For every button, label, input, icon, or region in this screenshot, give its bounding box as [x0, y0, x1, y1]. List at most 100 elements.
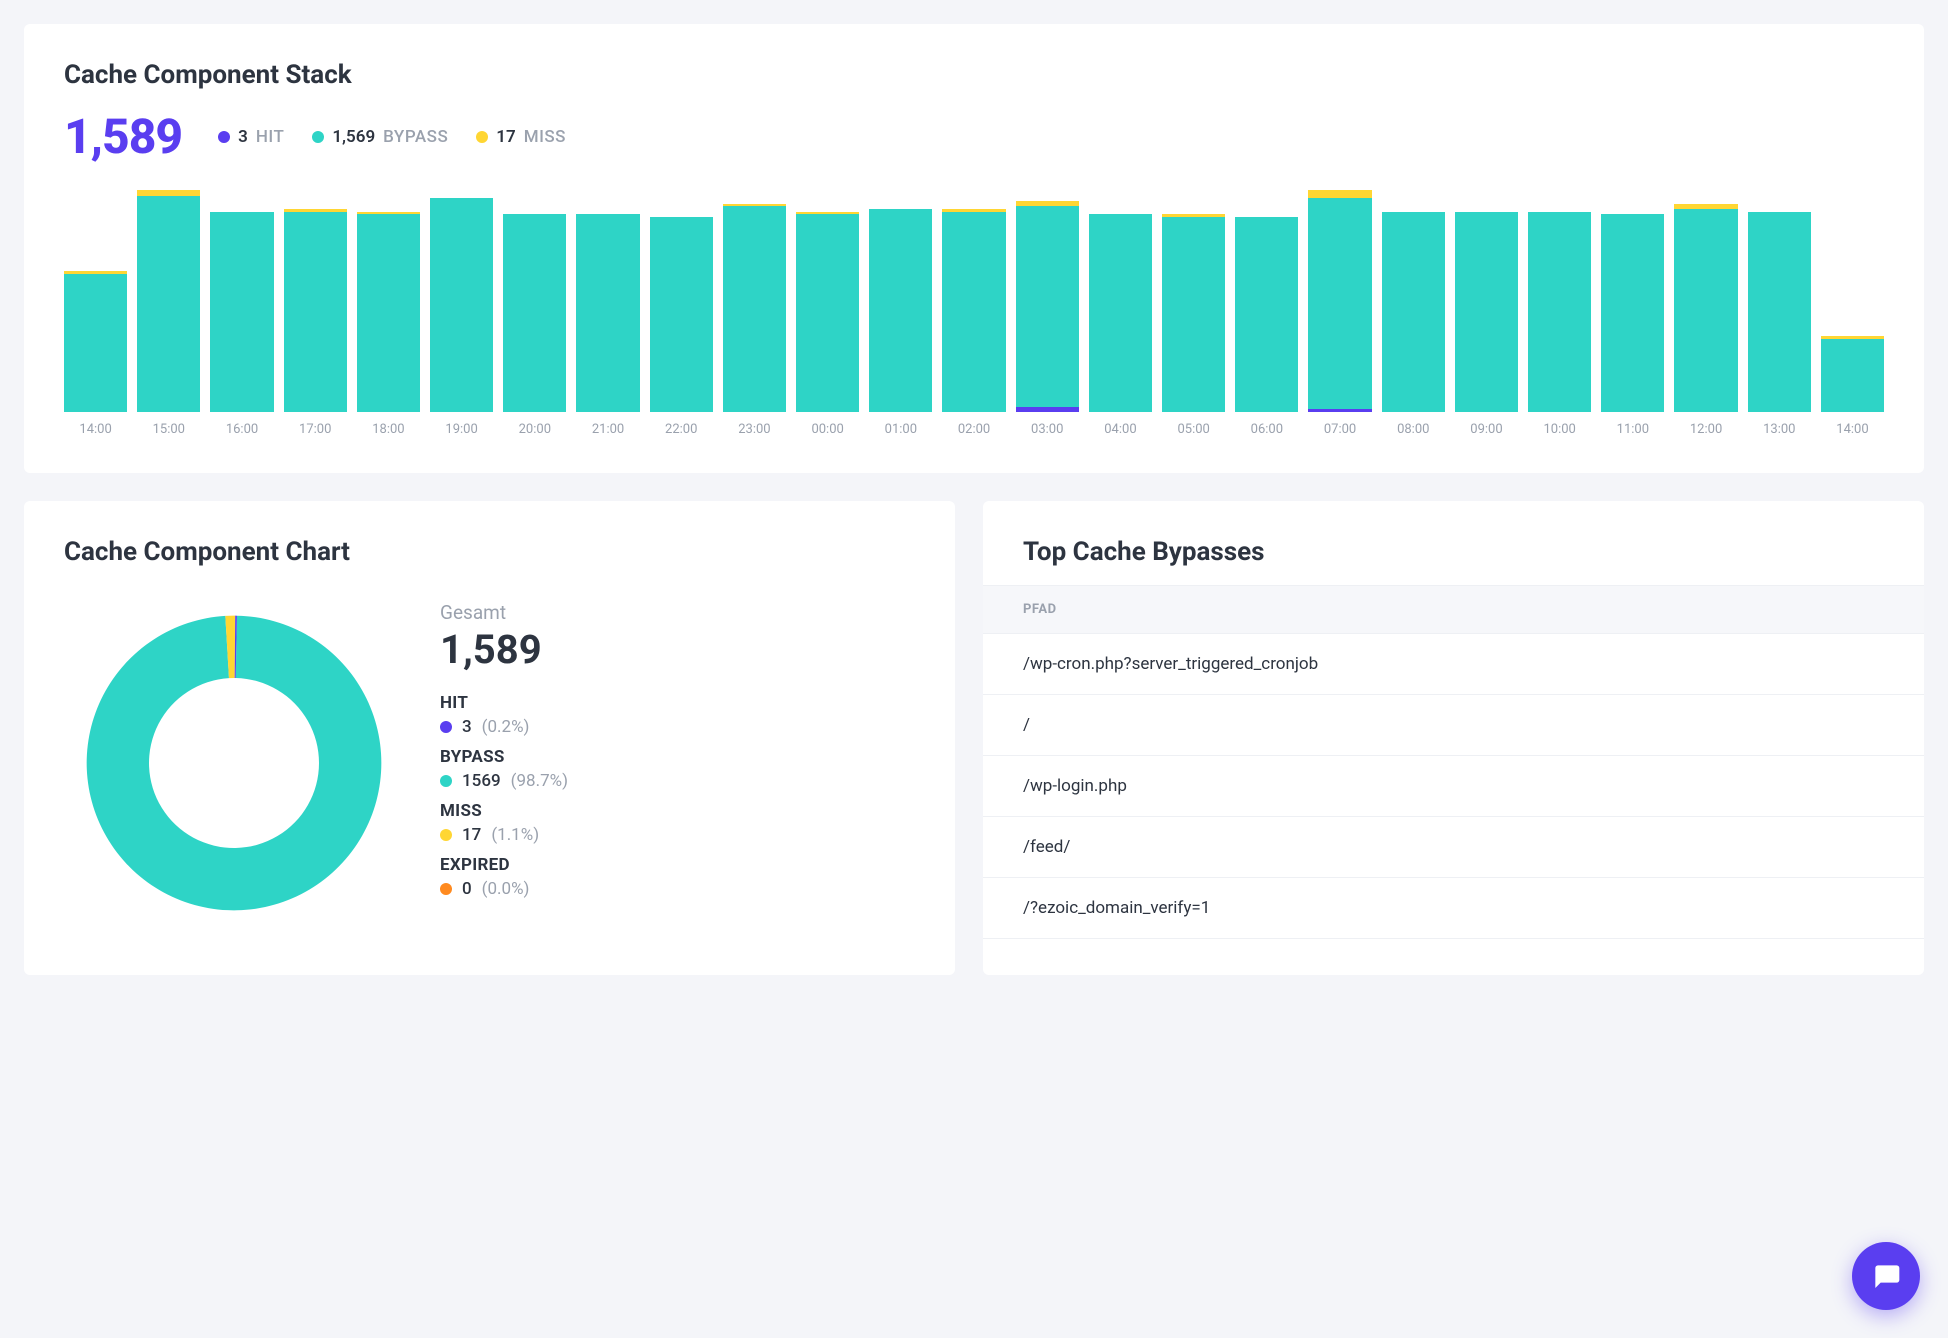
cache-component-chart-card: Cache Component Chart Gesamt 1,589 HIT 3…: [24, 501, 955, 975]
bar-x-label: 14:00: [79, 422, 111, 437]
table-row[interactable]: /feed/: [983, 817, 1924, 878]
bar-segment-bypass: [1308, 198, 1371, 409]
bar-segment-bypass: [650, 217, 713, 412]
bar-segment-bypass: [137, 196, 200, 412]
bar-column: 02:00: [942, 209, 1005, 437]
legend-label: BYPASS: [383, 127, 448, 147]
bar-column: 18:00: [357, 212, 420, 437]
bar-column: 00:00: [796, 212, 859, 437]
bar-column: 11:00: [1601, 214, 1664, 437]
bar-x-label: 15:00: [153, 422, 185, 437]
table-row[interactable]: /wp-login.php: [983, 756, 1924, 817]
bar-column: 23:00: [723, 204, 786, 437]
legend-item-bypass: 1,569 BYPASS: [312, 127, 448, 147]
bar-segment-bypass: [1235, 217, 1298, 412]
chat-icon: [1870, 1260, 1902, 1292]
bar-segment-bypass: [1601, 214, 1664, 412]
bar-column: 05:00: [1162, 214, 1225, 437]
legend-label: HIT: [256, 127, 285, 147]
legend-item-miss: 17 MISS: [476, 127, 566, 147]
legend-item-hit: 3 HIT: [218, 127, 284, 147]
bar-stack: [1308, 190, 1371, 412]
bar-stack: [1748, 212, 1811, 412]
bar-stack: [576, 214, 639, 412]
bar-x-label: 01:00: [885, 422, 917, 437]
bar-stack: [1674, 204, 1737, 412]
bar-stack: [1528, 212, 1591, 412]
bar-column: 16:00: [210, 212, 273, 437]
stack-legend: 3 HIT 1,569 BYPASS 17 MISS: [218, 127, 566, 147]
donut-legend-value: 3: [462, 717, 472, 737]
dot-icon: [440, 721, 452, 733]
bar-column: 10:00: [1528, 212, 1591, 437]
top-cache-bypasses-card: Top Cache Bypasses PFAD /wp-cron.php?ser…: [983, 501, 1924, 975]
bar-x-label: 16:00: [226, 422, 258, 437]
bar-x-label: 05:00: [1177, 422, 1209, 437]
bar-x-label: 21:00: [592, 422, 624, 437]
stack-total: 1,589: [64, 108, 182, 165]
bar-x-label: 14:00: [1836, 422, 1868, 437]
legend-value: 17: [496, 127, 515, 147]
bar-segment-bypass: [1821, 339, 1884, 412]
bar-column: 13:00: [1748, 212, 1811, 437]
bar-stack: [1821, 336, 1884, 412]
bar-segment-bypass: [1748, 212, 1811, 412]
bar-column: 14:00: [1821, 336, 1884, 437]
bar-column: 04:00: [1089, 214, 1152, 437]
donut-legend-item-bypass: BYPASS 1569 (98.7%): [440, 747, 568, 791]
donut-title: Cache Component Chart: [64, 537, 915, 567]
donut-legend-item-expired: EXPIRED 0 (0.0%): [440, 855, 568, 899]
bypasses-table-header: PFAD: [983, 585, 1924, 634]
bar-x-label: 22:00: [665, 422, 697, 437]
bar-column: 09:00: [1455, 212, 1518, 437]
table-row[interactable]: /wp-cron.php?server_triggered_cronjob: [983, 634, 1924, 695]
donut-legend: Gesamt 1,589 HIT 3 (0.2%) BYPASS 1569 (9…: [440, 593, 568, 909]
donut-legend-value: 17: [462, 825, 481, 845]
donut-total-value: 1,589: [440, 626, 568, 673]
bar-segment-bypass: [723, 206, 786, 412]
bar-stack: [942, 209, 1005, 412]
bar-segment-bypass: [1674, 209, 1737, 412]
donut-total-label: Gesamt: [440, 601, 568, 624]
bar-x-label: 13:00: [1763, 422, 1795, 437]
bar-x-label: 23:00: [738, 422, 770, 437]
bar-stack: [137, 190, 200, 412]
dot-icon: [440, 775, 452, 787]
bar-column: 15:00: [137, 190, 200, 437]
legend-value: 3: [238, 127, 248, 147]
lower-row: Cache Component Chart Gesamt 1,589 HIT 3…: [24, 501, 1924, 1003]
chat-button[interactable]: [1852, 1242, 1920, 1310]
bar-x-label: 08:00: [1397, 422, 1429, 437]
bar-segment-bypass: [64, 274, 127, 412]
stack-title: Cache Component Stack: [64, 60, 1884, 90]
donut-chart: [64, 593, 404, 933]
bar-x-label: 18:00: [372, 422, 404, 437]
bar-segment-bypass: [942, 212, 1005, 412]
dot-icon: [476, 131, 488, 143]
bar-segment-miss: [1308, 190, 1371, 198]
bar-x-label: 06:00: [1251, 422, 1283, 437]
bar-segment-bypass: [210, 212, 273, 412]
bar-stack: [210, 212, 273, 412]
bar-stack: [430, 198, 493, 412]
bar-x-label: 19:00: [445, 422, 477, 437]
bar-column: 21:00: [576, 214, 639, 437]
bar-stack: [796, 212, 859, 412]
donut-legend-pct: (0.2%): [482, 717, 530, 737]
bar-column: 12:00: [1674, 204, 1737, 437]
bar-stack: [503, 214, 566, 412]
bar-segment-hit: [1308, 409, 1371, 412]
donut-legend-value: 1569: [462, 771, 501, 791]
table-row[interactable]: /?ezoic_domain_verify=1: [983, 878, 1924, 939]
dot-icon: [440, 829, 452, 841]
bar-x-label: 00:00: [811, 422, 843, 437]
bar-segment-bypass: [869, 209, 932, 412]
bar-stack: [650, 217, 713, 412]
table-row[interactable]: /: [983, 695, 1924, 756]
bar-stack: [723, 204, 786, 412]
bar-column: 06:00: [1235, 217, 1298, 437]
donut-legend-name: BYPASS: [440, 747, 568, 767]
bar-segment-bypass: [1528, 212, 1591, 412]
bar-stack: [64, 271, 127, 412]
bar-stack: [1235, 217, 1298, 412]
